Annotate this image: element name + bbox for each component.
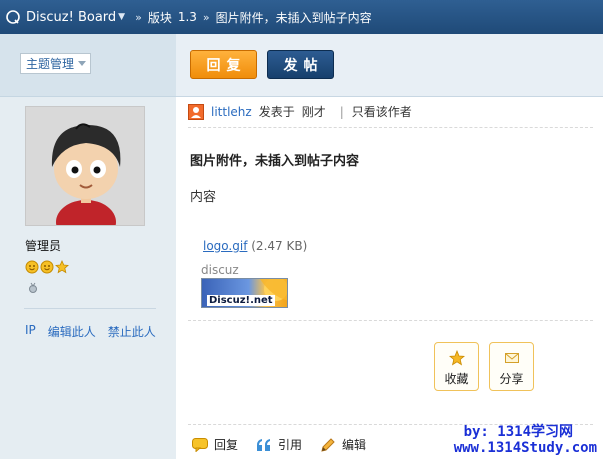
post-time: 刚才	[301, 105, 326, 119]
breadcrumb-separator: »	[135, 10, 142, 24]
sidebar-divider	[24, 308, 156, 309]
post-body: 内容	[190, 190, 217, 205]
quote-icon	[257, 438, 271, 451]
footer-quote-label: 引用	[278, 438, 303, 452]
post-main: 回复 发帖 littlehz 发表于 刚才 | 只看该作者 图片附件，未插入到帖…	[176, 34, 603, 459]
footer-reply-button[interactable]: 回复	[192, 436, 238, 453]
medal-icon	[29, 282, 37, 293]
posted-at-label: 发表于	[258, 105, 295, 119]
new-post-button[interactable]: 发帖	[267, 50, 334, 79]
attachment-link[interactable]: logo.gif	[203, 239, 247, 253]
breadcrumb-board[interactable]: Discuz! Board	[26, 10, 116, 25]
user-rank-stars	[25, 260, 69, 274]
envelope-icon	[504, 353, 519, 363]
footer-quote-button[interactable]: 引用	[256, 436, 302, 453]
divider	[188, 127, 593, 128]
post-title: 图片附件，未插入到帖子内容	[190, 154, 360, 169]
post-toolbar: 回复 发帖	[176, 34, 603, 97]
sun-icon	[40, 260, 54, 274]
attachment-image[interactable]: Discuz!.net	[201, 278, 288, 308]
watermark-line1: by: 1314学习网	[463, 424, 573, 440]
share-label: 分享	[499, 372, 524, 386]
star-icon	[448, 350, 465, 366]
watermark-line2: www.1314Study.com	[453, 440, 597, 456]
sidebar-header: 主题管理	[0, 34, 176, 97]
chevron-down-icon	[78, 61, 86, 66]
forum-home-icon[interactable]	[6, 10, 20, 24]
divider: |	[339, 104, 344, 119]
theme-manage-select[interactable]: 主题管理	[20, 53, 91, 74]
breadcrumb: Discuz! Board ▼ » 版块 1.3 » 图片附件，未插入到帖子内容	[0, 0, 603, 34]
footer-edit-button[interactable]: 编辑	[320, 436, 366, 453]
post-author-row: littlehz 发表于 刚才 | 只看该作者	[188, 103, 412, 120]
only-author-link[interactable]: 只看该作者	[352, 103, 412, 120]
reply-button[interactable]: 回复	[190, 50, 257, 79]
post-footer-actions: 回复 引用 编辑	[192, 436, 384, 453]
author-link[interactable]: littlehz	[211, 105, 252, 119]
attachment: logo.gif (2.47 KB)	[203, 239, 307, 253]
breadcrumb-forum[interactable]: 版块	[148, 9, 172, 26]
footer-edit-label: 编辑	[342, 438, 367, 452]
breadcrumb-subforum[interactable]: 1.3	[178, 10, 197, 24]
footer-reply-label: 回复	[214, 438, 239, 452]
attachment-image-text: Discuz!.net	[207, 295, 275, 306]
share-button[interactable]: 分享	[489, 342, 534, 391]
favorite-label: 收藏	[444, 372, 469, 386]
pencil-icon	[321, 437, 335, 452]
breadcrumb-thread: 图片附件，未插入到帖子内容	[215, 10, 372, 25]
user-icon	[188, 103, 204, 120]
theme-manage-label: 主题管理	[26, 57, 75, 71]
sun-icon	[25, 260, 39, 274]
edit-user-link[interactable]: 编辑此人	[48, 323, 96, 340]
admin-links: IP 编辑此人 禁止此人	[25, 323, 156, 340]
user-role: 管理员	[25, 239, 62, 253]
avatar[interactable]	[25, 106, 145, 226]
attachment-caption: discuz	[201, 263, 239, 277]
divider	[188, 320, 593, 321]
star-icon	[55, 260, 69, 274]
breadcrumb-separator: »	[202, 10, 210, 24]
favorite-button[interactable]: 收藏	[434, 342, 479, 391]
ban-user-link[interactable]: 禁止此人	[108, 323, 156, 340]
ip-link[interactable]: IP	[25, 323, 36, 340]
avatar-image	[26, 107, 144, 225]
attachment-size: (2.47 KB)	[251, 239, 308, 253]
chevron-down-icon[interactable]: ▼	[118, 12, 125, 22]
speech-bubble-icon	[192, 437, 208, 452]
